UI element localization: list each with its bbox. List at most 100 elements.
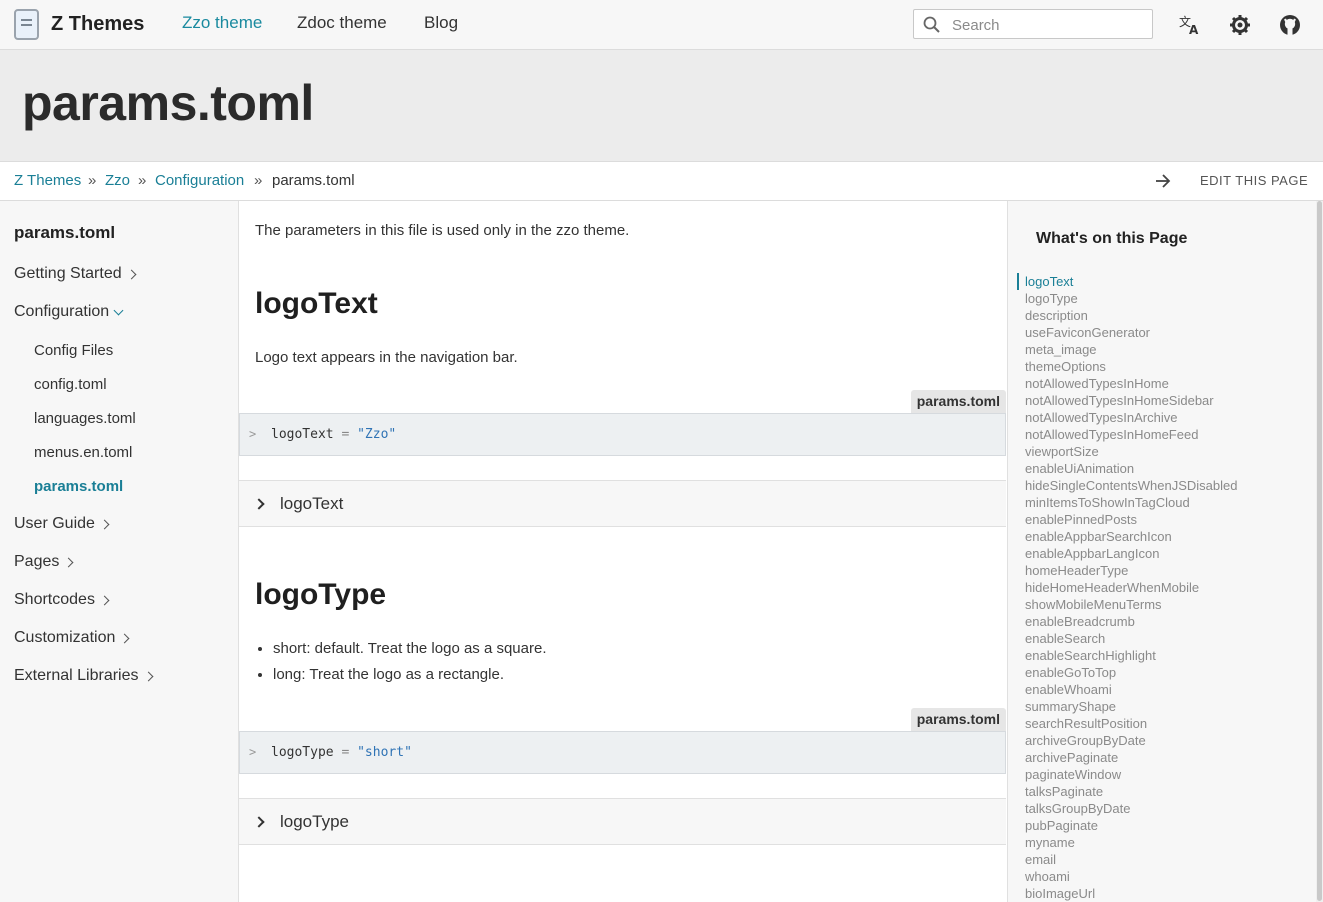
toc-item[interactable]: enableAppbarSearchIcon [1025, 528, 1237, 545]
sidebar-subitem-params-toml[interactable]: params.toml [34, 478, 123, 495]
toc-item[interactable]: archiveGroupByDate [1025, 732, 1237, 749]
sidebar-item-shortcodes[interactable]: Shortcodes [14, 591, 110, 609]
toc-item[interactable]: viewportSize [1025, 443, 1237, 460]
sidebar-item-customization[interactable]: Customization [14, 629, 130, 647]
toc-item[interactable]: notAllowedTypesInHomeSidebar [1025, 392, 1237, 409]
sidebar-item-label: Customization [14, 629, 116, 646]
expander-logotext[interactable]: logoText [239, 480, 1006, 527]
code-filename-tab: params.toml [910, 390, 1006, 414]
code-block: > logoType = "short" [239, 731, 1006, 774]
toc-item[interactable]: enableUiAnimation [1025, 460, 1237, 477]
code-line: logoText = "Zzo" [271, 427, 396, 442]
sidebar-item-external-libraries[interactable]: External Libraries [14, 667, 153, 685]
toc-item[interactable]: talksPaginate [1025, 783, 1237, 800]
code-line: logoType = "short" [271, 745, 412, 760]
toc-item[interactable]: enableBreadcrumb [1025, 613, 1237, 630]
code-value: "Zzo" [357, 427, 397, 442]
section-heading-logotype: logoType [255, 578, 387, 611]
nav-zzo-theme[interactable]: Zzo theme [182, 13, 262, 33]
sidebar-subitem-config-toml[interactable]: config.toml [34, 376, 107, 393]
intro-text: The parameters in this file is used only… [255, 222, 630, 239]
sidebar-item-label: External Libraries [14, 667, 139, 684]
search-input[interactable] [952, 15, 1142, 35]
section-text: Logo text appears in the navigation bar. [255, 349, 518, 366]
main-content: The parameters in this file is used only… [239, 201, 1007, 902]
sidebar-item-pages[interactable]: Pages [14, 553, 74, 571]
site-title[interactable]: Z Themes [51, 13, 144, 36]
code-key: logoText [271, 427, 334, 442]
search-box[interactable] [913, 9, 1153, 39]
bullet-list: short: default. Treat the logo as a squa… [273, 640, 547, 692]
toc-item[interactable]: enableGoToTop [1025, 664, 1237, 681]
table-of-contents: What's on this Page logoText logoType desc… [1007, 201, 1316, 902]
toc-item[interactable]: enableWhoami [1025, 681, 1237, 698]
breadcrumb-item-zzo[interactable]: Zzo [105, 172, 130, 189]
toc-item[interactable]: logoType [1025, 290, 1237, 307]
expand-code-icon[interactable]: > [249, 745, 256, 759]
search-icon [923, 16, 940, 33]
breadcrumb: Z Themes » Zzo » Configuration » params.… [0, 162, 1323, 201]
sidebar-subitem-menus-toml[interactable]: menus.en.toml [34, 444, 132, 461]
section-heading-logotext: logoText [255, 287, 378, 320]
sidebar-item-label: Shortcodes [14, 591, 95, 608]
toc-item[interactable]: summaryShape [1025, 698, 1237, 715]
sidebar-subitem-config-files[interactable]: Config Files [34, 342, 113, 359]
nav-zdoc-theme[interactable]: Zdoc theme [297, 13, 387, 33]
sidebar-subitem-languages-toml[interactable]: languages.toml [34, 410, 136, 427]
toc-item[interactable]: pubPaginate [1025, 817, 1237, 834]
breadcrumb-separator: » [254, 172, 263, 189]
code-operator: = [341, 427, 350, 442]
app-bar: Z Themes Zzo theme Zdoc theme Blog 文A [0, 0, 1323, 50]
scrollbar[interactable] [1316, 201, 1323, 902]
chevron-right-icon [99, 595, 110, 606]
toc-item[interactable]: email [1025, 851, 1237, 868]
sidebar-item-configuration[interactable]: Configuration [14, 303, 124, 321]
toc-item[interactable]: themeOptions [1025, 358, 1237, 375]
toc-item[interactable]: paginateWindow [1025, 766, 1237, 783]
toc-list: logoText logoType description useFaviconGen… [1017, 273, 1237, 902]
toc-item[interactable]: archivePaginate [1025, 749, 1237, 766]
toc-item[interactable]: meta_image [1025, 341, 1237, 358]
toc-item[interactable]: enableSearchHighlight [1025, 647, 1237, 664]
toc-item[interactable]: showMobileMenuTerms [1025, 596, 1237, 613]
toc-item[interactable]: myname [1025, 834, 1237, 851]
nav-blog[interactable]: Blog [424, 13, 458, 33]
toc-item[interactable]: enableSearch [1025, 630, 1237, 647]
toc-item[interactable]: enableAppbarLangIcon [1025, 545, 1237, 562]
toc-item[interactable]: homeHeaderType [1025, 562, 1237, 579]
toc-item[interactable]: useFaviconGenerator [1025, 324, 1237, 341]
sidebar-item-label: Pages [14, 553, 60, 570]
toc-item[interactable]: whoami [1025, 868, 1237, 885]
toc-item[interactable]: logoText [1017, 273, 1237, 290]
toc-item[interactable]: bioImageUrl [1025, 885, 1237, 902]
breadcrumb-item-current: params.toml [272, 172, 355, 189]
arrow-right-icon[interactable] [1154, 173, 1172, 189]
chevron-right-icon [143, 671, 153, 682]
toc-item[interactable]: description [1025, 307, 1237, 324]
toc-item[interactable]: talksGroupByDate [1025, 800, 1237, 817]
sidebar: params.toml Getting Started Configuratio… [0, 201, 239, 902]
sidebar-item-label: Configuration [14, 303, 110, 320]
toc-item[interactable]: minItemsToShowInTagCloud [1025, 494, 1237, 511]
toc-item[interactable]: hideSingleContentsWhenJSDisabled [1025, 477, 1237, 494]
breadcrumb-separator: » [88, 172, 97, 189]
toc-item[interactable]: hideHomeHeaderWhenMobile [1025, 579, 1237, 596]
toc-item[interactable]: searchResultPosition [1025, 715, 1237, 732]
gear-icon[interactable] [1228, 13, 1252, 37]
toc-item[interactable]: enablePinnedPosts [1025, 511, 1237, 528]
sidebar-item-user-guide[interactable]: User Guide [14, 515, 110, 533]
translate-icon[interactable]: 文A [1178, 13, 1202, 37]
github-icon[interactable] [1278, 13, 1302, 37]
breadcrumb-item-zthemes[interactable]: Z Themes [14, 172, 81, 189]
edit-page-link[interactable]: EDIT THIS PAGE [1200, 173, 1308, 188]
toc-item[interactable]: notAllowedTypesInHome [1025, 375, 1237, 392]
breadcrumb-item-configuration[interactable]: Configuration [155, 172, 244, 189]
sidebar-item-getting-started[interactable]: Getting Started [14, 265, 137, 283]
scrollbar-thumb[interactable] [1317, 201, 1322, 901]
toc-item[interactable]: notAllowedTypesInArchive [1025, 409, 1237, 426]
logo-icon[interactable] [14, 9, 39, 40]
expander-logotype[interactable]: logoType [239, 798, 1006, 845]
toc-item[interactable]: notAllowedTypesInHomeFeed [1025, 426, 1237, 443]
toc-title: What's on this Page [1036, 230, 1188, 247]
expand-code-icon[interactable]: > [249, 427, 256, 441]
